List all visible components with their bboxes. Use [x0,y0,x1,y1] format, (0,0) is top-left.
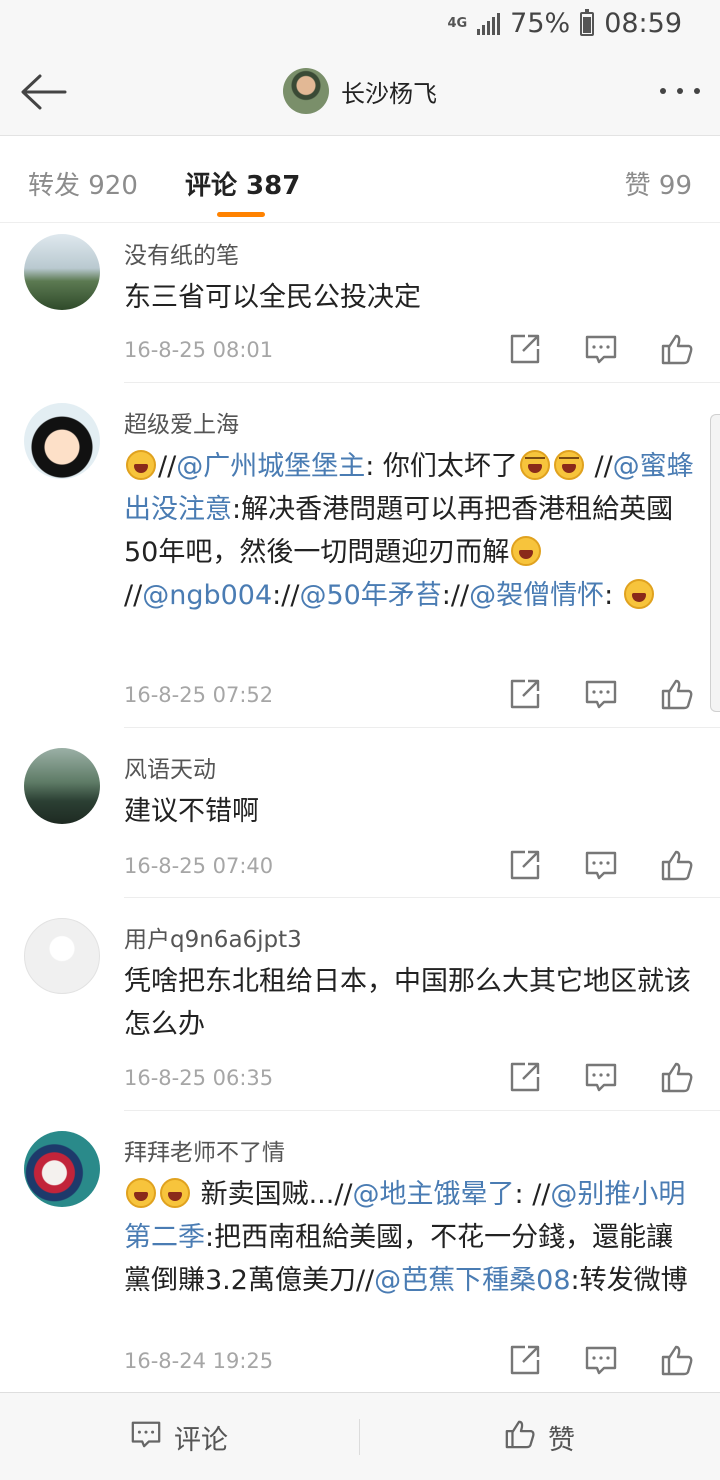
comment-actions [508,848,694,882]
comment-time: 16-8-25 07:52 [124,683,274,707]
comment-text-segment: // [585,451,613,482]
back-arrow-icon[interactable] [18,68,68,116]
post-tabs: 转发 920 评论 387 赞 99 [0,137,720,223]
signal-icon [477,12,501,35]
comment-item: 没有纸的笔 东三省可以全民公投决定 16-8-25 08:01 [0,224,720,383]
commenter-avatar[interactable] [24,234,100,310]
comment-actions [508,332,694,366]
comment-text-segment: :转发微博 [570,1265,688,1296]
mention-link[interactable]: @袈僧情怀 [469,580,604,611]
like-thumb-icon[interactable] [660,1060,694,1094]
comment-text-segment: // [158,451,177,482]
network-type: 4G [447,15,468,31]
comment-time: 16-8-25 08:01 [124,338,274,362]
commenter-name[interactable]: 没有纸的笔 [124,236,239,270]
share-icon[interactable] [508,848,542,882]
active-tab-indicator [217,212,265,217]
comment-text-segment: : 你们太坏了 [365,451,518,482]
comment-text-segment: :// [441,580,470,611]
commenter-avatar[interactable] [24,403,100,479]
laugh-emoji-icon [511,536,542,566]
comment-text-segment: :// [272,580,300,611]
comment-button-label: 评论 [174,1424,228,1456]
cry-emoji-icon [553,450,584,480]
comment-text-segment: : // [514,1179,551,1210]
comment-text: 建议不错啊 [124,790,696,833]
like-thumb-icon[interactable] [660,677,694,711]
comment-text: 新卖国贼...//@地主饿晕了: //@别推小明第二季:把西南租給美國，不花一分… [124,1173,696,1302]
author-name[interactable]: 长沙杨飞 [341,74,437,109]
battery-percent: 75% [510,8,571,39]
commenter-name[interactable]: 超级爱上海 [124,405,239,439]
comment-item: 用户q9n6a6jpt3 凭啥把东北租给日本，中国那么大其它地区就该怎么办 16… [0,898,720,1111]
like-thumb-icon[interactable] [660,332,694,366]
comment-list: 没有纸的笔 东三省可以全民公投决定 16-8-25 08:01 超级爱上海 //… [0,224,720,1392]
comment-text-segment: 建议不错啊 [124,796,259,827]
tab-likes[interactable]: 赞 99 [625,165,692,202]
comment-time: 16-8-25 07:40 [124,854,274,878]
like-button-label: 赞 [548,1424,575,1456]
post-author[interactable]: 长沙杨飞 [283,68,437,114]
thumb-up-icon [504,1418,536,1457]
more-dots-icon[interactable] [660,88,700,94]
comment-text: 凭啥把东北租给日本，中国那么大其它地区就该怎么办 [124,960,696,1046]
mention-link[interactable]: @50年矛苔 [299,580,441,611]
like-button[interactable]: 赞 [504,1393,575,1480]
battery-icon [580,8,595,36]
mention-link[interactable]: @ngb004 [142,580,272,611]
commenter-name[interactable]: 风语天动 [124,750,216,784]
comment-button[interactable]: 评论 [130,1393,228,1480]
comment-text-segment: : [604,580,622,611]
comment-actions [508,1060,694,1094]
laugh-emoji-icon [160,1178,190,1208]
mention-link[interactable]: @芭蕉下種桑08 [374,1265,570,1296]
comment-actions [508,1343,694,1377]
comment-text: //@广州城堡堡主: 你们太坏了 //@蜜蜂出没注意:解决香港問題可以再把香港租… [124,445,696,617]
status-bar: 4G 75% 08:59 [0,0,720,50]
share-icon[interactable] [508,677,542,711]
comment-text-segment: // [124,580,143,611]
laugh-emoji-icon [126,1178,156,1208]
tab-repost[interactable]: 转发 920 [28,165,138,202]
scroll-indicator[interactable] [710,414,720,712]
comment-time: 16-8-25 06:35 [124,1066,274,1090]
comment-icon [130,1418,162,1457]
reply-icon[interactable] [584,848,618,882]
clock: 08:59 [604,8,682,39]
top-navigation-bar: 长沙杨飞 [0,50,720,136]
comment-item: 风语天动 建议不错啊 16-8-25 07:40 [0,728,720,898]
share-icon[interactable] [508,1060,542,1094]
like-thumb-icon[interactable] [660,1343,694,1377]
author-avatar[interactable] [283,68,329,114]
bottom-bar-divider [359,1419,360,1455]
comment-text-segment: 新卖国贼...// [192,1179,353,1210]
reply-icon[interactable] [584,1060,618,1094]
comment-item: 超级爱上海 //@广州城堡堡主: 你们太坏了 //@蜜蜂出没注意:解决香港問題可… [0,383,720,728]
commenter-avatar[interactable] [24,1131,100,1207]
comment-item: 拜拜老师不了情 新卖国贼...//@地主饿晕了: //@别推小明第二季:把西南租… [0,1111,720,1392]
commenter-name[interactable]: 用户q9n6a6jpt3 [124,920,302,954]
comment-text-segment: 凭啥把东北租给日本，中国那么大其它地区就该怎么办 [124,966,691,1040]
comment-time: 16-8-24 19:25 [124,1349,274,1373]
bottom-action-bar: 评论 赞 [0,1392,720,1480]
commenter-name[interactable]: 拜拜老师不了情 [124,1133,285,1167]
laugh-emoji-icon [126,450,156,480]
comment-text-segment: 东三省可以全民公投决定 [124,282,421,313]
like-thumb-icon[interactable] [660,848,694,882]
commenter-avatar[interactable] [24,748,100,824]
comment-text: 东三省可以全民公投决定 [124,276,696,319]
comment-actions [508,677,694,711]
tab-comments[interactable]: 评论 387 [185,165,300,202]
reply-icon[interactable] [584,1343,618,1377]
cry-emoji-icon [519,450,550,480]
mention-link[interactable]: @广州城堡堡主 [176,451,365,482]
reply-icon[interactable] [584,677,618,711]
laugh-emoji-icon [623,579,654,609]
reply-icon[interactable] [584,332,618,366]
share-icon[interactable] [508,332,542,366]
mention-link[interactable]: @地主饿晕了 [353,1179,515,1210]
share-icon[interactable] [508,1343,542,1377]
default-user-avatar[interactable] [24,918,100,994]
